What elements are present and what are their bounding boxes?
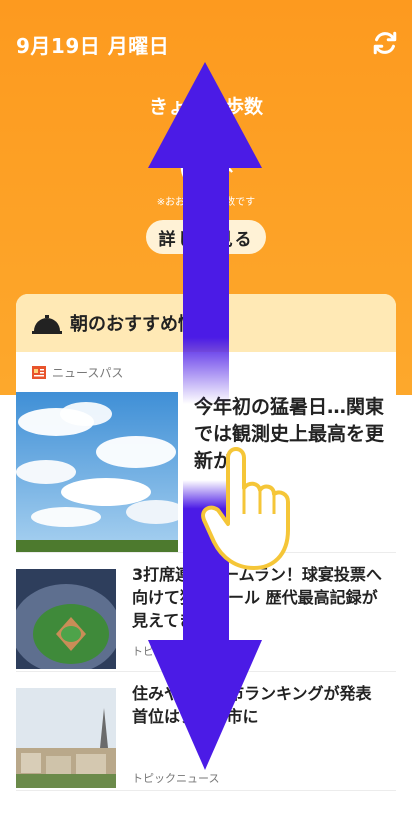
article-source: トピックニュース: [132, 645, 220, 658]
card-header: 朝のおすすめ情報: [16, 294, 396, 352]
article-item[interactable]: 3打席連続ホームラン！球宴投票へ向けて猛アピール 歴代最高記録が見えてきた トピ…: [16, 553, 396, 672]
stadium-thumbnail: [16, 569, 116, 669]
steps-unit: 歩: [214, 157, 234, 180]
news-source-label: ニュースパス: [52, 365, 124, 380]
refresh-button[interactable]: [368, 26, 402, 60]
article-source: トピックニュース: [132, 772, 220, 785]
newspaper-icon: [32, 365, 46, 379]
card-title: 朝のおすすめ情報: [70, 314, 214, 335]
article-headline: 今年初の猛暑日…関東では観測史上最高を更新か: [194, 396, 385, 472]
steps-note: ※おおよその歩数です: [156, 197, 256, 208]
steps-title: きょうの歩数: [148, 96, 263, 118]
details-button[interactable]: 詳しく見る: [146, 220, 266, 254]
sky-clouds-thumbnail: [16, 392, 178, 552]
steps-count: 0: [178, 140, 211, 194]
recommendation-card: 朝のおすすめ情報 ニュースパス 今年初の猛暑日…関東では観測史上最高を更新か 3…: [16, 294, 396, 824]
refresh-icon: [373, 31, 397, 55]
date-label: 9月19日 月曜日: [16, 34, 170, 58]
article-headline: 3打席連続ホームラン！球宴投票へ向けて猛アピール 歴代最高記録が見えてきた: [132, 565, 382, 630]
service-bell-icon: [32, 315, 62, 334]
article-item[interactable]: 住みやすい都市ランキングが発表 首位はアノ都市に トピックニュース: [16, 672, 396, 791]
paris-city-thumbnail: [16, 688, 116, 788]
article-item[interactable]: 今年初の猛暑日…関東では観測史上最高を更新か: [16, 392, 396, 553]
steps-counter: 0歩: [0, 140, 412, 194]
news-source: ニュースパス: [16, 352, 396, 392]
article-headline: 住みやすい都市ランキングが発表 首位はアノ都市に: [132, 684, 372, 726]
